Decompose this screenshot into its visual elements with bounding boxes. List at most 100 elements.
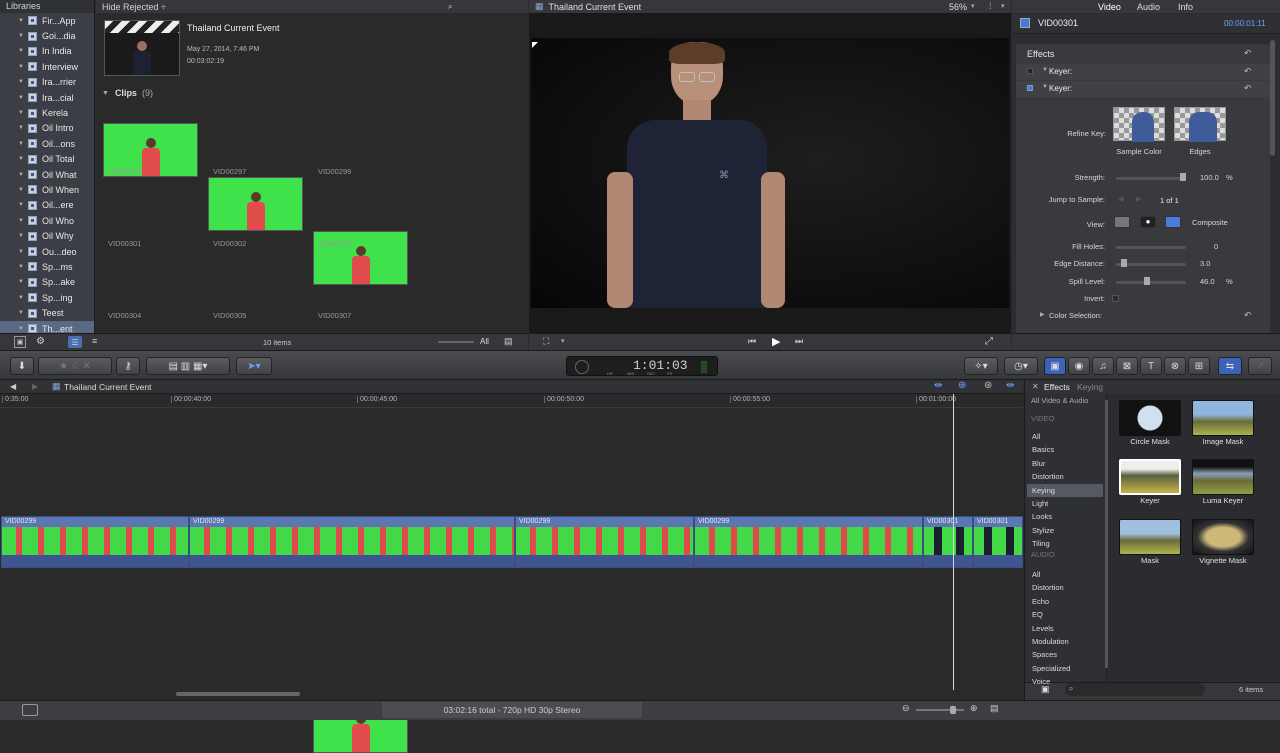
disclosure-triangle-icon[interactable]: ▼ xyxy=(18,33,24,39)
disclosure-triangle-icon[interactable]: ▼ xyxy=(18,187,24,193)
timeline-clip[interactable]: VID00299 xyxy=(515,516,694,568)
disclosure-triangle-icon[interactable]: ▼ xyxy=(18,125,24,131)
effects-browser-button[interactable]: ▣ xyxy=(1044,357,1066,375)
reset-icon[interactable]: ↶ xyxy=(1244,48,1252,59)
disclosure-triangle-icon[interactable]: ▼ xyxy=(18,156,24,162)
gear-icon[interactable]: ⚙ xyxy=(36,336,45,347)
clip-appearance-icon[interactable]: ▤ xyxy=(990,703,999,714)
disclosure-triangle-icon[interactable]: ▼ xyxy=(18,48,24,54)
disclosure-triangle-icon[interactable]: ▼ xyxy=(18,249,24,255)
effect-thumbnail[interactable] xyxy=(1119,459,1181,495)
library-event-item[interactable]: ▼ Goi...dia xyxy=(0,28,94,43)
library-event-item[interactable]: ▼ Sp...ms xyxy=(0,259,94,274)
reset-icon[interactable]: ↶ xyxy=(1244,310,1252,321)
transform-icon[interactable]: ⛶ xyxy=(543,336,549,347)
share-button[interactable]: ↗ xyxy=(1248,357,1272,375)
view-options-icon[interactable]: ⁞ xyxy=(989,1,992,11)
library-event-item[interactable]: ▼ Oil What xyxy=(0,167,94,182)
enhancements-button[interactable]: ✧▾ xyxy=(964,357,998,375)
sample-color-button[interactable] xyxy=(1113,107,1165,142)
library-event-item[interactable]: ▼ Fir...App xyxy=(0,13,94,28)
view-matte-icon[interactable]: ● xyxy=(1140,216,1156,228)
titles-browser-button[interactable]: T xyxy=(1140,357,1162,375)
effects-category-audio[interactable]: EQ xyxy=(1032,610,1043,619)
effects-category-audio[interactable]: Voice xyxy=(1032,677,1050,686)
library-event-item[interactable]: ▼ Sp...ing xyxy=(0,290,94,305)
retime-button[interactable]: ◷▾ xyxy=(1004,357,1038,375)
snapping-icon[interactable]: ⊛ xyxy=(984,380,992,391)
spill-level-value[interactable]: 46.0 xyxy=(1200,277,1215,286)
zoom-slider-knob[interactable] xyxy=(950,706,956,714)
timeline-clip[interactable]: VID00301 xyxy=(923,516,973,568)
playhead[interactable] xyxy=(953,394,954,690)
library-event-item[interactable]: ▼ Oil Total xyxy=(0,152,94,167)
fill-holes-slider[interactable] xyxy=(1116,246,1186,249)
disclosure-triangle-icon[interactable]: ▼ xyxy=(18,202,24,208)
chevron-down-icon[interactable]: ▾ xyxy=(561,337,565,345)
keyer2-checkbox[interactable] xyxy=(1027,85,1033,91)
zoom-slider[interactable] xyxy=(916,709,964,711)
effect-thumbnail[interactable] xyxy=(1192,400,1254,436)
disclosure-triangle-icon[interactable]: ▼ xyxy=(18,279,24,285)
import-button[interactable]: ⬇ xyxy=(10,357,34,375)
event-thumbnail[interactable] xyxy=(104,20,180,76)
library-event-item[interactable]: ▼ Oil...ons xyxy=(0,136,94,151)
select-tool-button[interactable]: ➤▾ xyxy=(236,357,272,375)
all-video-audio[interactable]: All Video & Audio xyxy=(1031,396,1101,405)
disclosure-triangle-icon[interactable]: ▼ xyxy=(1042,84,1048,90)
fullscreen-icon[interactable]: ⤢ xyxy=(985,336,993,347)
disclosure-triangle-icon[interactable]: ▶ xyxy=(1040,311,1045,318)
effects-category-video[interactable]: Keying xyxy=(1032,486,1055,495)
view-composite-icon[interactable] xyxy=(1165,216,1181,228)
disclosure-triangle-icon[interactable]: ▼ xyxy=(102,90,109,97)
effects-category-video[interactable]: Light xyxy=(1032,499,1048,508)
video-frame[interactable]: ⌘ xyxy=(531,38,1009,308)
effect-thumbnail[interactable] xyxy=(1192,459,1254,495)
library-event-item[interactable]: ▼ Sp...ake xyxy=(0,275,94,290)
edge-distance-slider-knob[interactable] xyxy=(1121,259,1127,267)
disclosure-triangle-icon[interactable]: ▼ xyxy=(18,326,24,332)
effects-category-video[interactable]: Tiling xyxy=(1032,539,1050,548)
effect-thumbnail[interactable] xyxy=(1119,519,1181,555)
skip-forward-icon[interactable]: ⏭ xyxy=(795,336,803,347)
effects-category-video[interactable]: Blur xyxy=(1032,459,1045,468)
library-event-item[interactable]: ▼ Ou...deo xyxy=(0,244,94,259)
effects-category-video[interactable]: Basics xyxy=(1032,445,1054,454)
edges-button[interactable] xyxy=(1174,107,1226,142)
strength-slider[interactable] xyxy=(1116,177,1186,180)
generators-browser-button[interactable]: ⊗ xyxy=(1164,357,1186,375)
clip-size-slider[interactable] xyxy=(438,341,474,343)
disclosure-triangle-icon[interactable]: ▼ xyxy=(18,295,24,301)
fill-holes-value[interactable]: 0 xyxy=(1214,242,1218,251)
library-event-item[interactable]: ▼ Ira...rrier xyxy=(0,75,94,90)
disclosure-triangle-icon[interactable]: ▼ xyxy=(1042,67,1048,73)
zoom-out-icon[interactable]: ⊖ xyxy=(902,703,910,714)
library-event-item[interactable]: ▼ In India xyxy=(0,44,94,59)
effects-category-audio[interactable]: Levels xyxy=(1032,624,1054,633)
disclosure-triangle-icon[interactable]: ▼ xyxy=(18,95,24,101)
themes-browser-button[interactable]: ⊞ xyxy=(1188,357,1210,375)
effects-search-field[interactable] xyxy=(1065,683,1205,696)
library-event-item[interactable]: ▼ Oil...ere xyxy=(0,198,94,213)
list-view-icon[interactable]: ≡ xyxy=(92,336,97,346)
library-event-item[interactable]: ▼ Oil Intro xyxy=(0,121,94,136)
strength-slider-knob[interactable] xyxy=(1180,173,1186,181)
library-event-item[interactable]: ▼ Teest xyxy=(0,305,94,320)
timeline-scrollbar[interactable] xyxy=(176,692,300,696)
duration-selector[interactable]: All xyxy=(480,337,489,346)
inspector-scrollbar[interactable] xyxy=(1270,40,1275,156)
reset-icon[interactable]: ↶ xyxy=(1244,66,1252,77)
tab-video[interactable]: Video xyxy=(1098,2,1121,12)
background-tasks-icon[interactable] xyxy=(22,704,38,716)
library-event-item[interactable]: ▼ Ira...cial xyxy=(0,90,94,105)
keyword-button[interactable]: ⚷ xyxy=(116,357,140,375)
invert-checkbox[interactable] xyxy=(1112,295,1119,302)
zoom-in-icon[interactable]: ⊕ xyxy=(970,703,978,714)
library-event-item[interactable]: ▼ Interview xyxy=(0,59,94,74)
forward-arrow-icon[interactable]: ▶ xyxy=(32,382,38,391)
effects-category-audio[interactable]: Specialized xyxy=(1032,664,1070,673)
timeline-clip[interactable]: VID00301 xyxy=(973,516,1023,568)
inspector-toggle-button[interactable]: ⇆ xyxy=(1218,357,1242,375)
disclosure-triangle-icon[interactable]: ▼ xyxy=(18,264,24,270)
library-event-item[interactable]: ▼ Oil Who xyxy=(0,213,94,228)
